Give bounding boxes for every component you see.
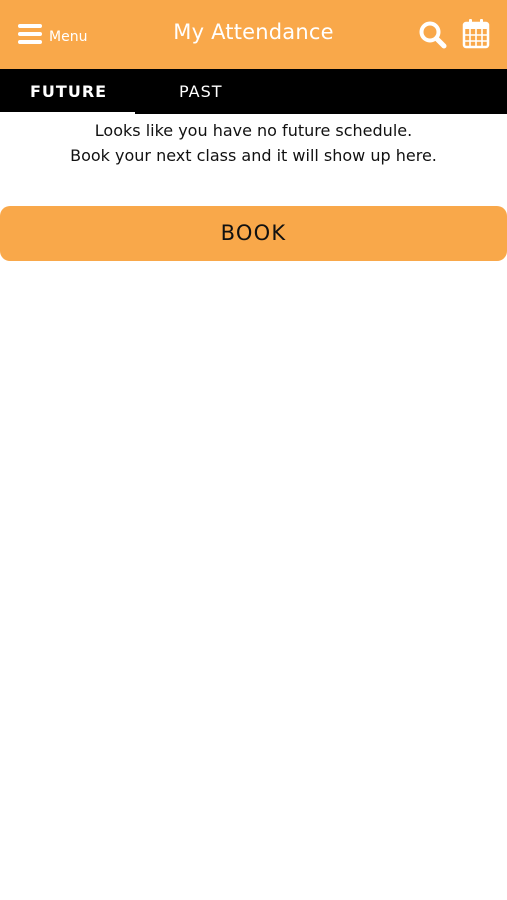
- app-header: Menu My Attendance: [0, 0, 507, 69]
- empty-state-line-1: Looks like you have no future schedule.: [94, 121, 413, 140]
- tab-past[interactable]: PAST: [179, 69, 223, 114]
- tab-bar: FUTURE PAST: [0, 69, 507, 114]
- active-tab-indicator: [0, 112, 135, 115]
- book-button[interactable]: BOOK: [0, 206, 507, 261]
- search-button[interactable]: [418, 20, 448, 50]
- empty-state-message: Looks like you have no future schedule. …: [0, 118, 507, 168]
- tab-future[interactable]: FUTURE: [30, 69, 107, 114]
- calendar-icon: [462, 19, 490, 49]
- search-icon: [419, 21, 447, 49]
- calendar-button[interactable]: [462, 18, 490, 49]
- empty-state-line-2: Book your next class and it will show up…: [70, 146, 437, 165]
